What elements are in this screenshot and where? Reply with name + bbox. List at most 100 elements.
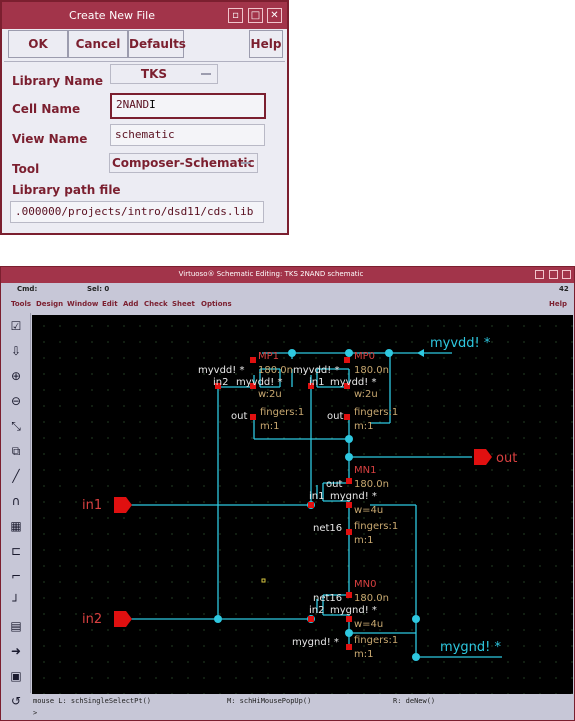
check-save-icon[interactable]: ☑ <box>6 316 26 336</box>
library-name-label: Library Name <box>12 74 104 88</box>
window-title: Virtuoso® Schematic Editing: TKS 2NAND s… <box>178 270 364 278</box>
create-new-file-dialog: Create New File ▫ □ ✕ OK Cancel Defaults… <box>0 0 289 235</box>
virtuoso-schematic-window: Virtuoso® Schematic Editing: TKS 2NAND s… <box>0 266 575 721</box>
cancel-button[interactable]: Cancel <box>68 30 128 58</box>
cell-name-value: 2NAND <box>116 98 150 111</box>
zoom-out-icon[interactable]: ⊖ <box>6 391 26 411</box>
minimize-icon[interactable]: ▫ <box>228 8 243 23</box>
menu-window[interactable]: Window <box>67 300 98 308</box>
mp0-body: myvdd! * <box>330 377 376 388</box>
menu-options[interactable]: Options <box>201 300 232 308</box>
mouse-middle-binding: M: schHiMousePopUp() <box>227 697 312 705</box>
library-path-value: .000000/projects/intro/dsd11/cds.lib <box>15 205 254 218</box>
mp1-w: w:2u <box>258 389 282 400</box>
mouse-right-binding: R: deNew() <box>393 697 436 705</box>
command-line[interactable]: > <box>1 707 574 719</box>
maximize-icon[interactable]: □ <box>248 8 263 23</box>
dropdown-icon <box>201 73 211 75</box>
counter: 42 <box>559 285 569 293</box>
wire-narrow-icon[interactable]: ∩ <box>6 491 26 511</box>
mp0-fingers: fingers:1 <box>354 407 398 418</box>
instance-icon[interactable]: ⊏ <box>6 541 26 561</box>
menu-tools[interactable]: Tools <box>11 300 31 308</box>
schematic-canvas[interactable]: in1 in2 out myvdd! * mygnd! * MP1 180.0n… <box>32 315 573 694</box>
property-icon[interactable]: ➜ <box>6 641 26 661</box>
cell-name-label: Cell Name <box>12 102 81 116</box>
save-icon[interactable]: ⇩ <box>6 341 26 361</box>
menu-check[interactable]: Check <box>144 300 168 308</box>
pin-label-out: out <box>496 451 517 466</box>
menu-bar: Tools Design Window Edit Add Check Sheet… <box>1 295 574 313</box>
mp1-len: 180.0n <box>258 365 293 376</box>
mn0-gate: in2 <box>309 605 324 616</box>
close-icon[interactable]: ✕ <box>267 8 282 23</box>
bus-icon[interactable]: ▦ <box>6 516 26 536</box>
pin-label-in1: in1 <box>82 498 102 513</box>
mp1-drain: out <box>231 411 247 422</box>
maximize-icon[interactable] <box>549 270 558 279</box>
mn1-gate: in1 <box>309 491 324 502</box>
mp0-len: 180.0n <box>354 365 389 376</box>
pin-icon[interactable]: ⌐ <box>6 566 26 586</box>
view-name-field[interactable]: schematic <box>110 124 265 146</box>
wire-icon[interactable]: ╱ <box>6 466 26 486</box>
mp1-fingers: fingers:1 <box>260 407 304 418</box>
mn1-w: w=4u <box>354 505 383 516</box>
menu-help[interactable]: Help <box>549 300 567 308</box>
cursor-marker <box>261 578 266 583</box>
copy-icon[interactable]: ⧉ <box>6 441 26 461</box>
cmd-label: Cmd: <box>17 285 38 293</box>
mn0-m: m:1 <box>354 649 373 660</box>
dropdown-icon <box>241 162 251 164</box>
mp1-gate: in2 <box>213 377 228 388</box>
schematic-drawing: in1 in2 out myvdd! * mygnd! * MP1 180.0n… <box>82 336 517 661</box>
library-name-select[interactable]: TKS <box>110 64 218 84</box>
wire-name-icon[interactable]: ┘ <box>6 591 26 611</box>
close-icon[interactable] <box>562 270 571 279</box>
tool-value: Composer-Schematic <box>112 156 255 170</box>
selection-count: Sel: 0 <box>87 285 110 293</box>
mn0-name: MN0 <box>354 579 376 590</box>
tool-select[interactable]: Composer-Schematic <box>109 153 258 173</box>
menu-add[interactable]: Add <box>123 300 138 308</box>
stretch-icon[interactable]: ⤡ <box>6 416 26 436</box>
ok-button[interactable]: OK <box>8 30 68 58</box>
view-name-value: schematic <box>115 128 175 141</box>
pin-label-in2: in2 <box>82 612 102 627</box>
mp0-left-label: myvdd! * <box>293 365 339 376</box>
mn1-top-label: out <box>326 479 342 490</box>
mp1-left-label: myvdd! * <box>198 365 244 376</box>
mp0-m: m:1 <box>354 421 373 432</box>
mp1-m: m:1 <box>260 421 279 432</box>
dialog-title: Create New File <box>69 9 155 22</box>
zoom-in-icon[interactable]: ⊕ <box>6 366 26 386</box>
minimize-icon[interactable] <box>535 270 544 279</box>
io-pins <box>114 449 492 627</box>
menu-edit[interactable]: Edit <box>102 300 118 308</box>
mn1-fingers: fingers:1 <box>354 521 398 532</box>
out-pin <box>474 449 492 465</box>
mn0-len: 180.0n <box>354 593 389 604</box>
mn0-fingers: fingers:1 <box>354 635 398 646</box>
dialog-title-bar[interactable]: Create New File ▫ □ ✕ <box>2 2 287 29</box>
mn1-body: mygnd! * <box>330 491 377 502</box>
view-name-label: View Name <box>12 132 88 146</box>
mn1-m: m:1 <box>354 535 373 546</box>
defaults-button[interactable]: Defaults <box>128 30 186 58</box>
pin-label-gnd: mygnd! * <box>440 640 501 655</box>
mn0-top-label: net16 <box>313 593 342 604</box>
menu-design[interactable]: Design <box>36 300 63 308</box>
pin-label-vdd: myvdd! * <box>430 336 491 351</box>
mp0-name: MP0 <box>354 351 375 362</box>
library-path-field[interactable]: .000000/projects/intro/dsd11/cds.lib <box>10 201 264 223</box>
cell-name-field[interactable]: 2NANDI <box>110 93 266 119</box>
label-icon[interactable]: ▤ <box>6 616 26 636</box>
window-title-bar[interactable]: Virtuoso® Schematic Editing: TKS 2NAND s… <box>1 267 574 283</box>
in2-pin <box>114 611 132 627</box>
help-button[interactable]: Help <box>249 30 283 58</box>
in1-pin <box>114 497 132 513</box>
delete-icon[interactable]: ▣ <box>6 666 26 686</box>
mp1-name: MP1 <box>258 351 279 362</box>
menu-sheet[interactable]: Sheet <box>172 300 195 308</box>
mn1-len: 180.0n <box>354 479 389 490</box>
